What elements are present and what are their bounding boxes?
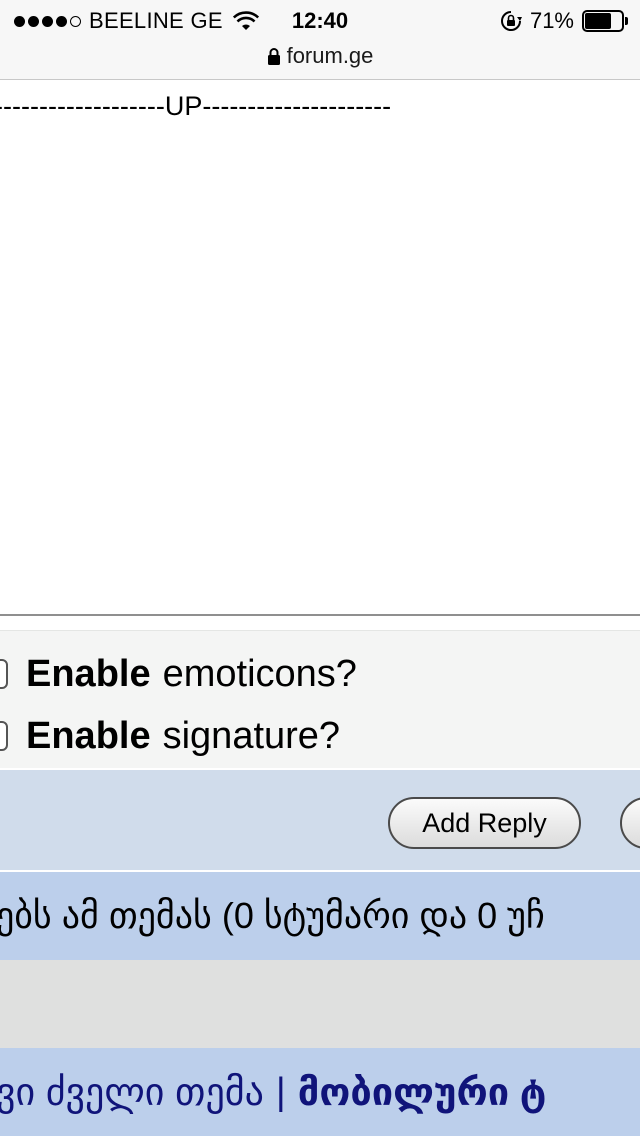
reply-textarea[interactable]: -------------------UP-------------------… bbox=[0, 81, 640, 616]
old-topic-link[interactable]: ვი ძველი თემა bbox=[0, 1070, 264, 1115]
enable-signature-checkbox[interactable] bbox=[0, 721, 8, 751]
mobile-version-link[interactable]: მობილური ტ bbox=[298, 1070, 547, 1115]
topic-viewers-bar: ებს ამ თემას (0 სტუმარი და 0 უჩ bbox=[0, 872, 640, 960]
link-separator: | bbox=[275, 1070, 286, 1113]
reply-action-bar: Add Reply bbox=[0, 770, 640, 870]
signature-label: signature? bbox=[162, 714, 341, 757]
enable-emoticons-checkbox[interactable] bbox=[0, 659, 8, 689]
padlock-icon bbox=[267, 48, 280, 65]
enable-signature-option[interactable]: Enable signature? bbox=[0, 711, 340, 761]
add-reply-button[interactable]: Add Reply bbox=[388, 797, 581, 849]
rotation-lock-icon bbox=[500, 11, 522, 31]
viewers-text: ებს ამ თემას (0 სტუმარი და 0 უჩ bbox=[0, 895, 545, 936]
status-right-group: 71% bbox=[500, 8, 628, 34]
status-bar: BEELINE GE 12:40 71% forum.ge bbox=[0, 0, 640, 80]
emoticons-label: emoticons? bbox=[162, 652, 357, 695]
address-bar[interactable]: forum.ge bbox=[0, 42, 640, 70]
battery-percent: 71% bbox=[529, 8, 574, 33]
message-text: -------------------UP-------------------… bbox=[0, 91, 392, 121]
enable-emoticons-option[interactable]: Enable emoticons? bbox=[0, 649, 357, 699]
post-options: Enable emoticons? Enable signature? bbox=[0, 630, 640, 768]
spacer-band bbox=[0, 960, 640, 1048]
signature-label-bold: Enable bbox=[26, 714, 151, 757]
battery-icon bbox=[582, 10, 628, 32]
footer-links: ვი ძველი თემა | მობილური ტ bbox=[0, 1048, 640, 1136]
browser-page: BEELINE GE 12:40 71% forum.ge ----------… bbox=[0, 0, 640, 1136]
url-text: forum.ge bbox=[286, 43, 374, 68]
secondary-button[interactable] bbox=[620, 797, 640, 849]
emoticons-label-bold: Enable bbox=[26, 652, 151, 695]
